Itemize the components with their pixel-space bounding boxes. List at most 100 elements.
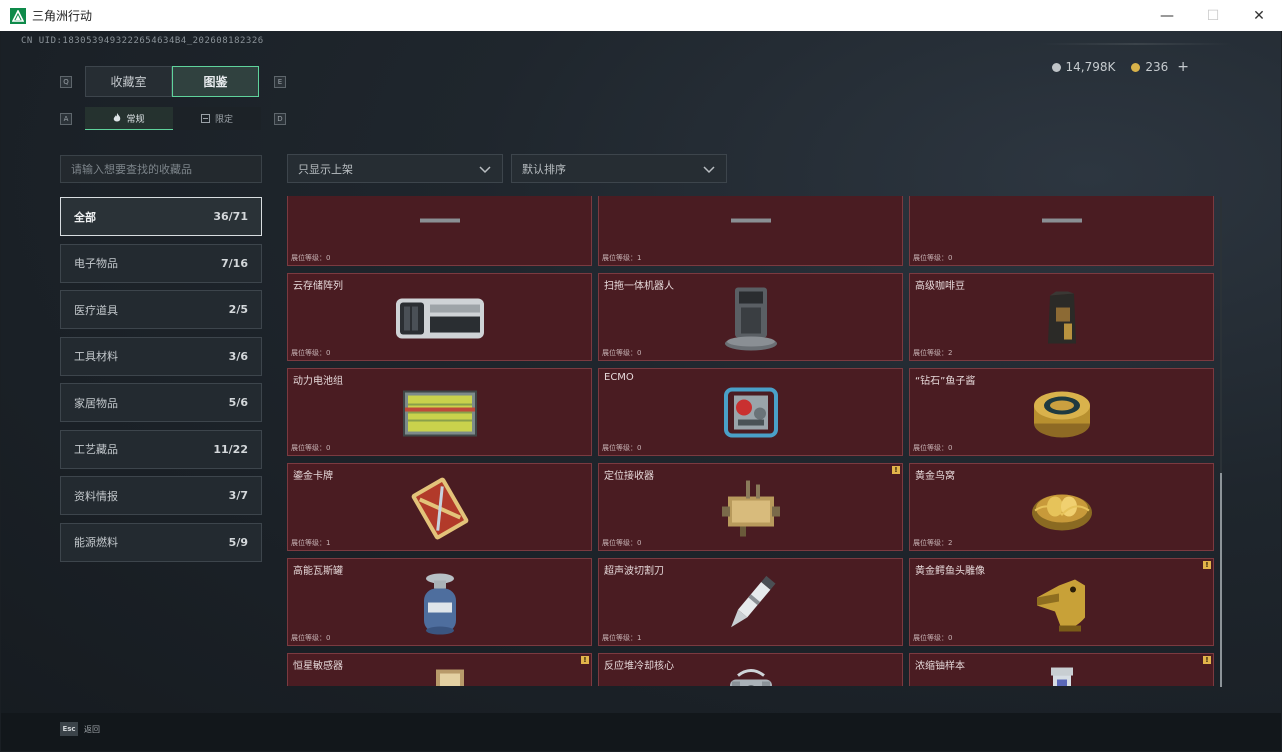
tab-catalog[interactable]: 图鉴 [172, 66, 259, 97]
level-value: 1 [637, 254, 642, 262]
level-value: 2 [948, 539, 953, 547]
collection-item-card[interactable]: 反应堆冷却核心展位等级：0 [598, 653, 903, 686]
collection-item-card[interactable]: 高级咖啡豆 展位等级：2 [909, 273, 1214, 361]
maximize-button[interactable]: ☐ [1190, 0, 1236, 31]
close-button[interactable]: ✕ [1236, 0, 1282, 31]
search-input[interactable]: 请输入想要查找的收藏品 [60, 155, 262, 183]
item-name: 黄金鸟窝 [915, 471, 955, 482]
collection-item-card[interactable]: 定位接收器 展位等级：0! [598, 463, 903, 551]
silver-currency: 14,798K [1051, 60, 1115, 74]
category-label: 电子物品 [74, 257, 118, 270]
category-crafts[interactable]: 工艺藏品 11/22 [60, 429, 262, 469]
item-display-level: 展位等级：2 [913, 348, 952, 358]
collection-item-card[interactable]: 超声波切割刀 展位等级：1 [598, 558, 903, 646]
category-label: 全部 [74, 210, 96, 224]
category-label: 医疗道具 [74, 303, 118, 317]
level-value: 0 [637, 444, 642, 452]
partial-item-icon [701, 196, 801, 262]
collection-item-card[interactable]: 鎏金卡牌 展位等级：1 [287, 463, 592, 551]
collection-item-card[interactable]: 动力电池组展位等级：0 [287, 368, 592, 456]
category-count: 5/9 [228, 535, 248, 549]
collection-item-card[interactable]: 恒星敏感器展位等级：0! [287, 653, 592, 686]
back-button[interactable]: Esc 返回 [60, 722, 100, 736]
add-gold-button[interactable]: + [1177, 59, 1189, 75]
gold-coin-icon [1131, 62, 1141, 72]
header-decoration [1041, 43, 1231, 45]
collection-grid[interactable]: 展位等级：0 展位等级：1 展位等级：0 云存储阵列 展位等级：0 扫拖一体机器人 展位等级… [287, 196, 1217, 686]
main-tabs: 收藏室 图鉴 [85, 66, 259, 97]
category-label: 工具材料 [74, 350, 118, 363]
category-tools[interactable]: 工具材料 3/6 [60, 336, 262, 376]
partial-item-icon [390, 196, 490, 262]
level-prefix: 展位等级： [602, 254, 637, 262]
collection-item-card[interactable]: 云存储阵列 展位等级：0 [287, 273, 592, 361]
reactor-core-icon [701, 661, 801, 686]
collection-item-card[interactable]: 高能瓦斯罐 展位等级：0 [287, 558, 592, 646]
category-label: 能源燃料 [74, 536, 118, 549]
category-all[interactable]: 全部 36/71 [60, 197, 262, 236]
collection-item-card[interactable]: 扫拖一体机器人 展位等级：0 [598, 273, 903, 361]
uranium-sample-icon [1012, 661, 1112, 686]
level-value: 1 [326, 539, 331, 547]
collection-item-card[interactable]: 黄金鸟窝展位等级：2 [909, 463, 1214, 551]
item-display-level: 展位等级：0 [913, 443, 952, 453]
coffee-bag-icon [1012, 281, 1112, 357]
category-count: 36/71 [213, 210, 248, 223]
item-display-level: 展位等级：0 [913, 633, 952, 643]
level-value: 0 [326, 254, 331, 262]
category-count: 5/6 [228, 396, 248, 409]
sort-dropdown[interactable]: 默认排序 [511, 154, 727, 183]
item-name: 超声波切割刀 [604, 566, 664, 577]
shelf-filter-dropdown[interactable]: 只显示上架 [287, 154, 503, 183]
level-value: 0 [326, 634, 331, 642]
sort-value: 默认排序 [522, 162, 566, 176]
subtab-prev-key-hint: A [60, 113, 72, 125]
alert-icon: ! [892, 466, 900, 474]
category-energy[interactable]: 能源燃料 5/9 [60, 522, 262, 562]
ultrasonic-knife-icon [701, 566, 801, 642]
category-label: 资料情报 [74, 489, 118, 503]
item-display-level: 展位等级：0 [602, 538, 641, 548]
subtab-limited[interactable]: 限定 [173, 107, 261, 130]
collection-item-card[interactable]: 展位等级：1 [598, 196, 903, 266]
category-electronics[interactable]: 电子物品 7/16 [60, 243, 262, 283]
collection-item-card[interactable]: 黄金鳄鱼头雕像 展位等级：0! [909, 558, 1214, 646]
chevron-down-icon [479, 165, 491, 173]
collection-item-card[interactable]: 展位等级：0 [909, 196, 1214, 266]
item-display-level: 展位等级：0 [602, 348, 641, 358]
item-display-level: 展位等级：1 [602, 633, 641, 643]
gold-card-icon [390, 471, 490, 547]
tab-collection-room[interactable]: 收藏室 [85, 66, 172, 97]
item-name: 动力电池组 [293, 376, 343, 387]
subtab-regular[interactable]: 常规 [85, 107, 173, 130]
level-prefix: 展位等级： [913, 349, 948, 357]
collection-item-card[interactable]: 展位等级：0 [287, 196, 592, 266]
gold-amount: 236 [1145, 60, 1169, 74]
collection-item-card[interactable]: 浓缩铀样本展位等级：0! [909, 653, 1214, 686]
category-medical[interactable]: 医疗道具 2/5 [60, 290, 262, 329]
level-prefix: 展位等级： [602, 444, 637, 452]
item-display-level: 展位等级：0 [291, 443, 330, 453]
item-display-level: 展位等级：0 [291, 253, 330, 263]
robot-vacuum-icon [701, 281, 801, 357]
scrollbar-thumb[interactable] [1220, 473, 1222, 687]
level-prefix: 展位等级： [913, 444, 948, 452]
level-prefix: 展位等级： [291, 349, 326, 357]
currency-bar: 14,798K 236 + [1051, 59, 1189, 75]
category-count: 3/7 [228, 489, 248, 502]
collection-item-card[interactable]: “钻石”鱼子酱 展位等级：0 [909, 368, 1214, 456]
category-household[interactable]: 家居物品 5/6 [60, 383, 262, 422]
item-display-level: 展位等级：2 [913, 538, 952, 548]
category-intel[interactable]: 资料情报 3/7 [60, 476, 262, 515]
level-prefix: 展位等级： [913, 634, 948, 642]
gold-currency[interactable]: 236 + [1131, 59, 1189, 75]
window-title: 三角洲行动 [32, 9, 93, 23]
collection-item-card[interactable]: ECMO 展位等级：0 [598, 368, 903, 456]
gas-tank-icon [390, 566, 490, 642]
player-uid: CN UID:1830539493222654634B4_20260818232… [21, 36, 264, 46]
minimize-button[interactable]: — [1144, 0, 1190, 31]
bottom-bar: Esc 返回 [1, 713, 1281, 751]
gps-receiver-icon [701, 471, 801, 547]
category-list: 全部 36/71 电子物品 7/16 医疗道具 2/5 工具材料 3/6 家居物品 5/6… [60, 197, 262, 569]
category-count: 7/16 [221, 256, 248, 270]
